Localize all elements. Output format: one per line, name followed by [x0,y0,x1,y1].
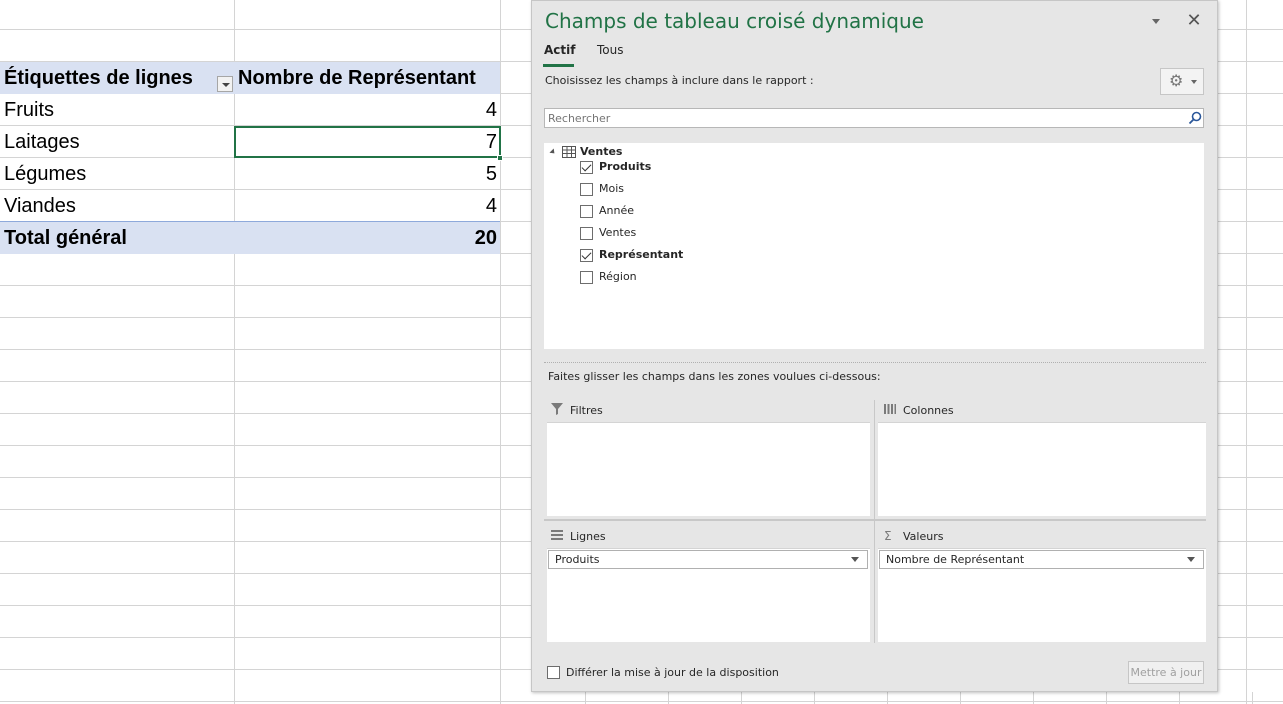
zone-label: Colonnes [903,404,954,417]
funnel-icon [551,403,563,415]
update-button[interactable]: Mettre à jour [1128,661,1204,684]
grid-column-line [960,692,961,704]
grid-column-line [1179,692,1180,704]
table-name: Ventes [580,145,623,158]
chevron-down-icon [1191,80,1197,84]
checkbox-icon[interactable] [580,183,593,196]
chevron-down-icon[interactable] [851,557,859,562]
grid-column-line [814,692,815,704]
zone-field-chip[interactable]: Nombre de Représentant [879,550,1204,569]
chip-label: Nombre de Représentant [886,553,1025,566]
columns-icon [884,404,896,414]
tab-tous[interactable]: Tous [597,43,624,65]
zone-label: Filtres [570,404,603,417]
pivot-row-labels-header[interactable]: Étiquettes de lignes [4,62,232,94]
checkbox-icon[interactable] [580,249,593,262]
zone-label: Valeurs [903,530,944,543]
close-icon[interactable]: ✕ [1184,11,1204,31]
zone-values-drop[interactable]: Nombre de Représentant [878,548,1206,642]
zone-label: Lignes [570,530,606,543]
grid-row-line [0,701,1283,702]
pivot-total-value[interactable]: 20 [236,222,497,254]
checkbox-icon[interactable] [580,205,593,218]
search-input[interactable] [544,108,1204,128]
pivot-row-value[interactable]: 5 [236,158,497,190]
tab-actif[interactable]: Actif [544,43,575,65]
table-icon [562,146,576,158]
chip-label: Produits [555,553,600,566]
chevron-down-icon[interactable] [1187,557,1195,562]
pivot-row-label[interactable]: Viandes [4,190,232,222]
defer-label: Différer la mise à jour de la dispositio… [566,666,779,679]
zone-separator [544,519,1206,521]
grid-column-line [1246,0,1247,704]
pivot-row-label[interactable]: Légumes [4,158,232,190]
grid-column-line [1106,692,1107,704]
field-label: Région [599,270,637,283]
pivot-field-pane: Champs de tableau croisé dynamique ✕ Act… [531,0,1218,692]
checkbox-icon[interactable] [580,227,593,240]
pane-splitter[interactable] [544,362,1206,363]
chevron-down-icon[interactable] [1148,15,1164,29]
grid-column-line [1252,692,1253,704]
grid-column-line [1033,692,1034,704]
grid-column-line [668,692,669,704]
active-cell-selection [234,126,501,158]
checkbox-icon[interactable] [580,161,593,174]
zone-field-chip[interactable]: Produits [548,550,868,569]
checkbox-icon[interactable] [580,271,593,284]
fill-handle[interactable] [497,155,503,161]
pivot-total-label[interactable]: Total général [4,222,232,254]
active-tab-underline [543,64,574,67]
zone-separator [874,400,875,643]
field-label: Produits [599,160,652,173]
field-label: Ventes [599,226,637,239]
pivot-row-value[interactable]: 4 [236,190,497,222]
zone-columns-drop[interactable] [878,422,1206,516]
grid-column-line [234,0,235,704]
pane-title: Champs de tableau croisé dynamique [545,9,924,33]
grid-column-line [500,0,501,704]
field-label: Année [599,204,635,217]
field-label: Mois [599,182,625,195]
rows-icon [551,530,563,540]
pivot-row-label[interactable]: Laitages [4,126,232,158]
gear-icon: ⚙ [1169,71,1184,90]
tools-button[interactable]: ⚙ [1160,68,1204,95]
grid-column-line [887,692,888,704]
grid-column-line [585,692,586,704]
zone-filters-drop[interactable] [547,422,870,516]
field-label: Représentant [599,248,684,261]
checkbox-icon[interactable] [547,666,560,679]
filter-dropdown-icon[interactable] [217,76,233,92]
grid-column-line [741,692,742,704]
field-list[interactable]: Ventes Produits Mois Année Ventes Représ… [544,143,1204,349]
pivot-value-header[interactable]: Nombre de Représentant [238,62,499,94]
search-icon[interactable] [1187,110,1203,126]
choose-fields-label: Choisissez les champs à inclure dans le … [545,74,814,87]
collapse-icon[interactable] [549,148,557,156]
zone-rows-drop[interactable]: Produits [547,548,870,642]
pivot-row-value[interactable]: 4 [236,94,497,126]
sigma-icon: Σ [884,529,892,543]
drag-fields-label: Faites glisser les champs dans les zones… [548,370,881,383]
pivot-row-label[interactable]: Fruits [4,94,232,126]
